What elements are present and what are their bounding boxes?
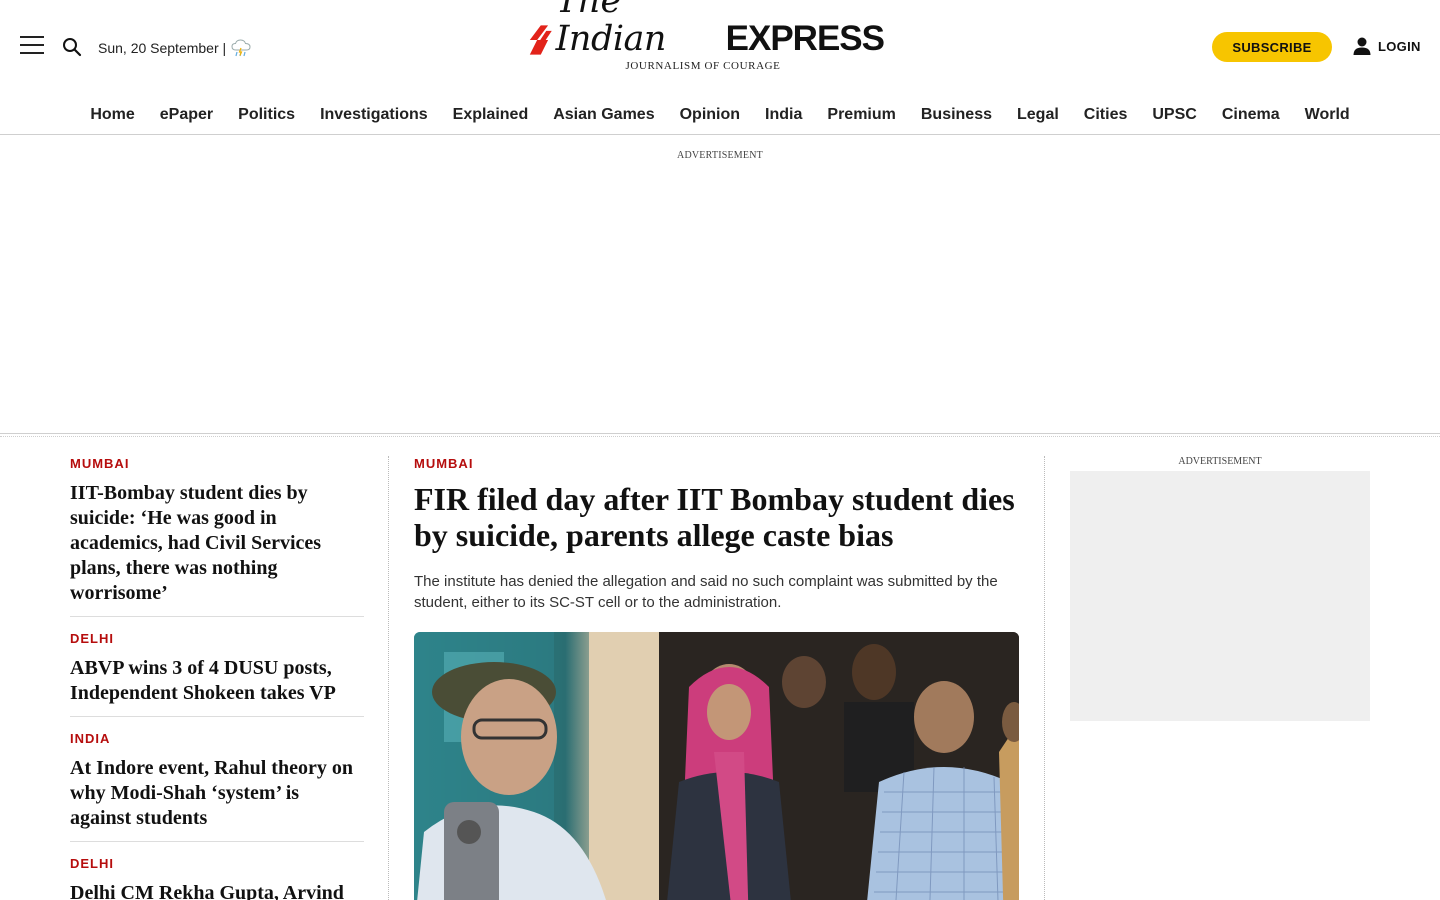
- nav-item-legal[interactable]: Legal: [1005, 106, 1072, 124]
- date-weather: Sun, 20 September |: [98, 38, 252, 58]
- list-item: DELHI ABVP wins 3 of 4 DUSU posts, Indep…: [70, 631, 364, 717]
- site-logo[interactable]: The Indian EXPRESS JOURNALISM OF COURAGE: [528, 0, 885, 74]
- logo-tagline: JOURNALISM OF COURAGE: [625, 60, 781, 72]
- lead-story-headline[interactable]: FIR filed day after IIT Bombay student d…: [414, 481, 1019, 553]
- nav-item-cinema[interactable]: Cinema: [1209, 106, 1292, 124]
- story-kicker[interactable]: MUMBAI: [70, 456, 364, 471]
- nav-item-cities[interactable]: Cities: [1071, 106, 1140, 124]
- story-kicker[interactable]: INDIA: [70, 731, 364, 746]
- lead-story-kicker[interactable]: MUMBAI: [414, 456, 1019, 471]
- list-item: DELHI Delhi CM Rekha Gupta, Arvind: [70, 856, 364, 900]
- advertisement-slot-top: [0, 165, 1440, 433]
- story-kicker[interactable]: DELHI: [70, 856, 364, 871]
- nav-item-business[interactable]: Business: [908, 106, 1004, 124]
- lead-story-summary: The institute has denied the allegation …: [414, 573, 998, 611]
- logo-the-indian: The Indian: [555, 0, 667, 59]
- lead-story-image[interactable]: [414, 632, 1019, 900]
- site-header: Sun, 20 September | The Indian EXPRESS J…: [0, 0, 1440, 95]
- story-kicker[interactable]: DELHI: [70, 631, 364, 646]
- nav-item-epaper[interactable]: ePaper: [147, 106, 225, 124]
- story-headline[interactable]: IIT-Bombay student dies by suicide: ‘He …: [70, 481, 364, 606]
- nav-item-india[interactable]: India: [753, 106, 815, 124]
- column-divider-left: [388, 456, 389, 900]
- column-divider-right: [1044, 456, 1045, 900]
- list-item: INDIA At Indore event, Rahul theory on w…: [70, 731, 364, 842]
- nav-item-upsc[interactable]: UPSC: [1140, 106, 1209, 124]
- nav-item-world[interactable]: World: [1292, 106, 1362, 124]
- rain-cloud-icon: [231, 39, 251, 57]
- nav-item-premium[interactable]: Premium: [815, 106, 908, 124]
- user-icon: [1353, 37, 1371, 55]
- story-headline[interactable]: ABVP wins 3 of 4 DUSU posts, Independent…: [70, 656, 364, 706]
- nav-item-investigations[interactable]: Investigations: [308, 106, 441, 124]
- nav-item-explained[interactable]: Explained: [440, 106, 541, 124]
- nav-item-opinion[interactable]: Opinion: [667, 106, 752, 124]
- nav-item-politics[interactable]: Politics: [226, 106, 308, 124]
- sidebar-ad: ADVERTISEMENT: [1070, 456, 1370, 721]
- story-headline[interactable]: Delhi CM Rekha Gupta, Arvind: [70, 881, 364, 900]
- advertisement-slot-side[interactable]: [1070, 471, 1370, 721]
- story-headline[interactable]: At Indore event, Rahul theory on why Mod…: [70, 756, 364, 831]
- list-item: MUMBAI IIT-Bombay student dies by suicid…: [70, 456, 364, 617]
- menu-icon[interactable]: [20, 36, 44, 56]
- logo-wordmark: The Indian EXPRESS: [528, 0, 885, 58]
- nav-item-asian-games[interactable]: Asian Games: [541, 106, 667, 124]
- logo-express: EXPRESS: [725, 19, 885, 58]
- left-story-list: MUMBAI IIT-Bombay student dies by suicid…: [70, 456, 364, 900]
- search-icon[interactable]: [62, 37, 82, 57]
- login-label: LOGIN: [1378, 38, 1421, 54]
- lead-story: MUMBAI FIR filed day after IIT Bombay st…: [414, 456, 1019, 900]
- lead-photo: [414, 632, 1019, 900]
- subscribe-button[interactable]: SUBSCRIBE: [1212, 32, 1332, 62]
- advertisement-label-top: ADVERTISEMENT: [677, 150, 763, 161]
- login-button[interactable]: LOGIN: [1352, 35, 1421, 57]
- logo-flag-icon: [529, 25, 552, 55]
- advertisement-label-side: ADVERTISEMENT: [1178, 456, 1262, 467]
- date-text: Sun, 20 September |: [98, 40, 227, 56]
- main-nav: Home ePaper Politics Investigations Expl…: [0, 95, 1440, 135]
- nav-item-home[interactable]: Home: [78, 106, 147, 124]
- section-divider: [0, 433, 1440, 437]
